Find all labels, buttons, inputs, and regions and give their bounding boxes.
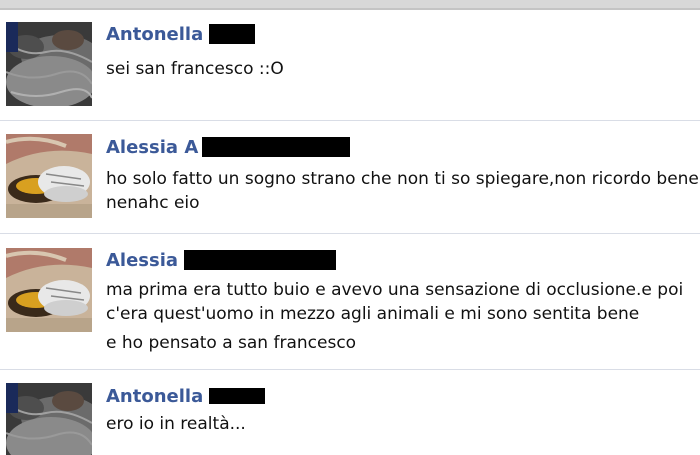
cat-fur-photo-icon — [6, 383, 92, 455]
redaction-bar — [209, 24, 256, 44]
author-name[interactable]: Alessia A — [106, 137, 198, 158]
message-separator — [0, 233, 700, 234]
avatar[interactable] — [6, 383, 92, 455]
redaction-bar — [184, 250, 337, 270]
shoes-photo-icon — [6, 134, 92, 218]
message-text: ero io in realtà... — [106, 414, 246, 434]
message-text: nenahc eio — [106, 193, 200, 213]
top-border — [0, 0, 700, 10]
message-text: ho solo fatto un sogno strano che non ti… — [106, 169, 699, 189]
message-separator — [0, 369, 700, 370]
message-separator — [0, 120, 700, 121]
avatar[interactable] — [6, 22, 92, 106]
author-name[interactable]: Alessia — [106, 250, 178, 271]
redaction-bar — [202, 137, 351, 157]
shoes-photo-icon — [6, 248, 92, 332]
message-text: c'era quest'uomo in mezzo agli animali e… — [106, 304, 640, 324]
avatar[interactable] — [6, 248, 92, 332]
author-name[interactable]: Antonella — [106, 24, 203, 45]
message-text: ma prima era tutto buio e avevo una sens… — [106, 280, 684, 300]
message-text: e ho pensato a san francesco — [106, 333, 357, 353]
redaction-bar — [209, 388, 266, 404]
cat-fur-photo-icon — [6, 22, 92, 106]
avatar[interactable] — [6, 134, 92, 218]
message-text: sei san francesco ::O — [106, 59, 284, 79]
author-name[interactable]: Antonella — [106, 386, 203, 407]
